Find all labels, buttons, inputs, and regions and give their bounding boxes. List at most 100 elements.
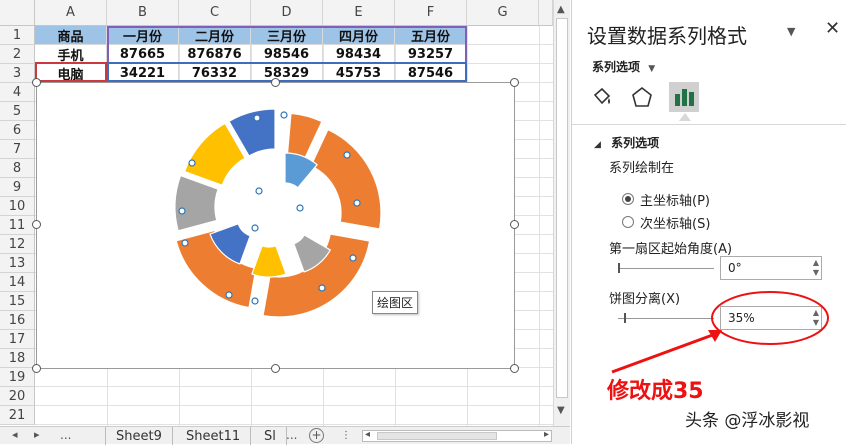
cell-a3[interactable]: 电脑 — [35, 64, 107, 83]
column-header-d[interactable]: D — [251, 0, 323, 26]
scroll-left-icon[interactable]: ◂ — [365, 429, 370, 440]
scroll-right-icon[interactable]: ▸ — [544, 429, 549, 440]
selection-point[interactable] — [349, 254, 357, 262]
row-header-2[interactable]: 2 — [0, 45, 35, 64]
selection-point[interactable] — [178, 207, 186, 215]
series-options-bar-icon[interactable] — [669, 82, 699, 112]
cell-a1[interactable]: 商品 — [35, 26, 107, 45]
cell-b2[interactable]: 87665 — [107, 45, 179, 64]
first-slice-angle-slider[interactable] — [618, 268, 714, 269]
row-header-1[interactable]: 1 — [0, 26, 35, 45]
resize-handle-tl[interactable] — [32, 78, 41, 87]
resize-handle-bl[interactable] — [32, 364, 41, 373]
selection-point[interactable] — [251, 224, 259, 232]
tab-sheet-truncated[interactable]: Sl — [254, 427, 287, 445]
pie-explosion-input[interactable]: 35% ▲ ▼ — [720, 306, 822, 330]
row-header-14[interactable]: 14 — [0, 273, 35, 292]
row-header-5[interactable]: 5 — [0, 102, 35, 121]
first-slice-angle-slider-knob[interactable] — [618, 263, 620, 273]
spin-arrows-icon[interactable]: ▲ ▼ — [813, 258, 819, 278]
cell-b1[interactable]: 一月份 — [107, 26, 179, 45]
row-header-11[interactable]: 11 — [0, 216, 35, 235]
slice-computer-1[interactable] — [286, 112, 323, 159]
first-slice-angle-input[interactable]: 0° ▲ ▼ — [720, 256, 822, 280]
row-header-19[interactable]: 19 — [0, 368, 35, 387]
cell-c1[interactable]: 二月份 — [179, 26, 251, 45]
resize-handle-tr[interactable] — [510, 78, 519, 87]
row-header-15[interactable]: 15 — [0, 292, 35, 311]
cell-f1[interactable]: 五月份 — [395, 26, 467, 45]
scroll-up-icon[interactable]: ▲ — [557, 4, 565, 15]
row-header-3[interactable]: 3 — [0, 64, 35, 83]
column-header-f[interactable]: F — [395, 0, 467, 26]
row-header-16[interactable]: 16 — [0, 311, 35, 330]
cell-b3[interactable]: 34221 — [107, 64, 179, 83]
row-header-10[interactable]: 10 — [0, 197, 35, 216]
selection-point[interactable] — [296, 204, 304, 212]
selection-point[interactable] — [318, 284, 326, 292]
add-sheet-button[interactable]: + — [309, 428, 324, 443]
effects-pentagon-icon[interactable] — [627, 82, 657, 112]
resize-handle-l[interactable] — [32, 220, 41, 229]
cell-d2[interactable]: 98546 — [251, 45, 323, 64]
row-header-4[interactable]: 4 — [0, 83, 35, 102]
vertical-scroll-thumb[interactable] — [556, 18, 568, 398]
selection-point[interactable] — [181, 239, 189, 247]
cell-d3[interactable]: 58329 — [251, 64, 323, 83]
secondary-axis-label[interactable]: 次坐标轴(S) — [640, 213, 710, 232]
resize-handle-r[interactable] — [510, 220, 519, 229]
primary-axis-radio[interactable] — [622, 193, 634, 205]
secondary-axis-radio[interactable] — [622, 216, 634, 228]
selection-point[interactable] — [280, 111, 288, 119]
section-series-options[interactable]: ◢ 系列选项 — [594, 134, 659, 151]
column-header-a[interactable]: A — [35, 0, 107, 26]
selection-point[interactable] — [255, 187, 263, 195]
cell-c3[interactable]: 76332 — [179, 64, 251, 83]
column-header-g[interactable]: G — [467, 0, 539, 26]
cell-f3[interactable]: 87546 — [395, 64, 467, 83]
column-header-h[interactable] — [539, 0, 553, 26]
column-header-c[interactable]: C — [179, 0, 251, 26]
tab-prev-icon[interactable]: ◂ — [12, 428, 18, 441]
cell-a2[interactable]: 手机 — [35, 45, 107, 64]
exploded-doughnut-chart[interactable] — [37, 83, 516, 370]
series-options-dropdown[interactable]: 系列选项 ▼ — [592, 58, 655, 75]
row-header-17[interactable]: 17 — [0, 330, 35, 349]
cell-e1[interactable]: 四月份 — [323, 26, 395, 45]
selection-point[interactable] — [343, 151, 351, 159]
vertical-scrollbar[interactable]: ▲ ▼ — [553, 0, 570, 426]
row-header-6[interactable]: 6 — [0, 121, 35, 140]
cell-d1[interactable]: 三月份 — [251, 26, 323, 45]
tab-split-icon[interactable]: ⋮ — [341, 430, 351, 441]
selection-point[interactable] — [225, 291, 233, 299]
fill-line-icon[interactable] — [587, 82, 617, 112]
resize-handle-b[interactable] — [271, 364, 280, 373]
cell-c2[interactable]: 876876 — [179, 45, 251, 64]
row-header-13[interactable]: 13 — [0, 254, 35, 273]
row-header-8[interactable]: 8 — [0, 159, 35, 178]
row-header-20[interactable]: 20 — [0, 387, 35, 406]
selection-point[interactable] — [251, 297, 259, 305]
selection-point[interactable] — [353, 199, 361, 207]
cell-e3[interactable]: 45753 — [323, 64, 395, 83]
slice-phone-3[interactable] — [251, 245, 287, 278]
column-header-b[interactable]: B — [107, 0, 179, 26]
scroll-down-icon[interactable]: ▼ — [557, 405, 565, 416]
chart-area[interactable]: 电脑 手机 — [36, 82, 515, 369]
tab-next-icon[interactable]: ▸ — [34, 428, 40, 441]
cell-e2[interactable]: 98434 — [323, 45, 395, 64]
primary-axis-label[interactable]: 主坐标轴(P) — [640, 190, 710, 209]
pie-explosion-slider[interactable] — [618, 318, 714, 319]
tab-sheet9[interactable]: Sheet9 — [105, 427, 173, 445]
slice-phone-1[interactable] — [284, 152, 318, 189]
row-header-18[interactable]: 18 — [0, 349, 35, 368]
row-header-9[interactable]: 9 — [0, 178, 35, 197]
pie-explosion-slider-knob[interactable] — [624, 313, 626, 323]
row-header-12[interactable]: 12 — [0, 235, 35, 254]
row-header-7[interactable]: 7 — [0, 140, 35, 159]
select-all-corner[interactable] — [0, 0, 35, 26]
resize-handle-br[interactable] — [510, 364, 519, 373]
tab-more-left[interactable]: ... — [60, 428, 71, 442]
column-header-e[interactable]: E — [323, 0, 395, 26]
tab-more-right[interactable]: ... — [286, 428, 297, 442]
